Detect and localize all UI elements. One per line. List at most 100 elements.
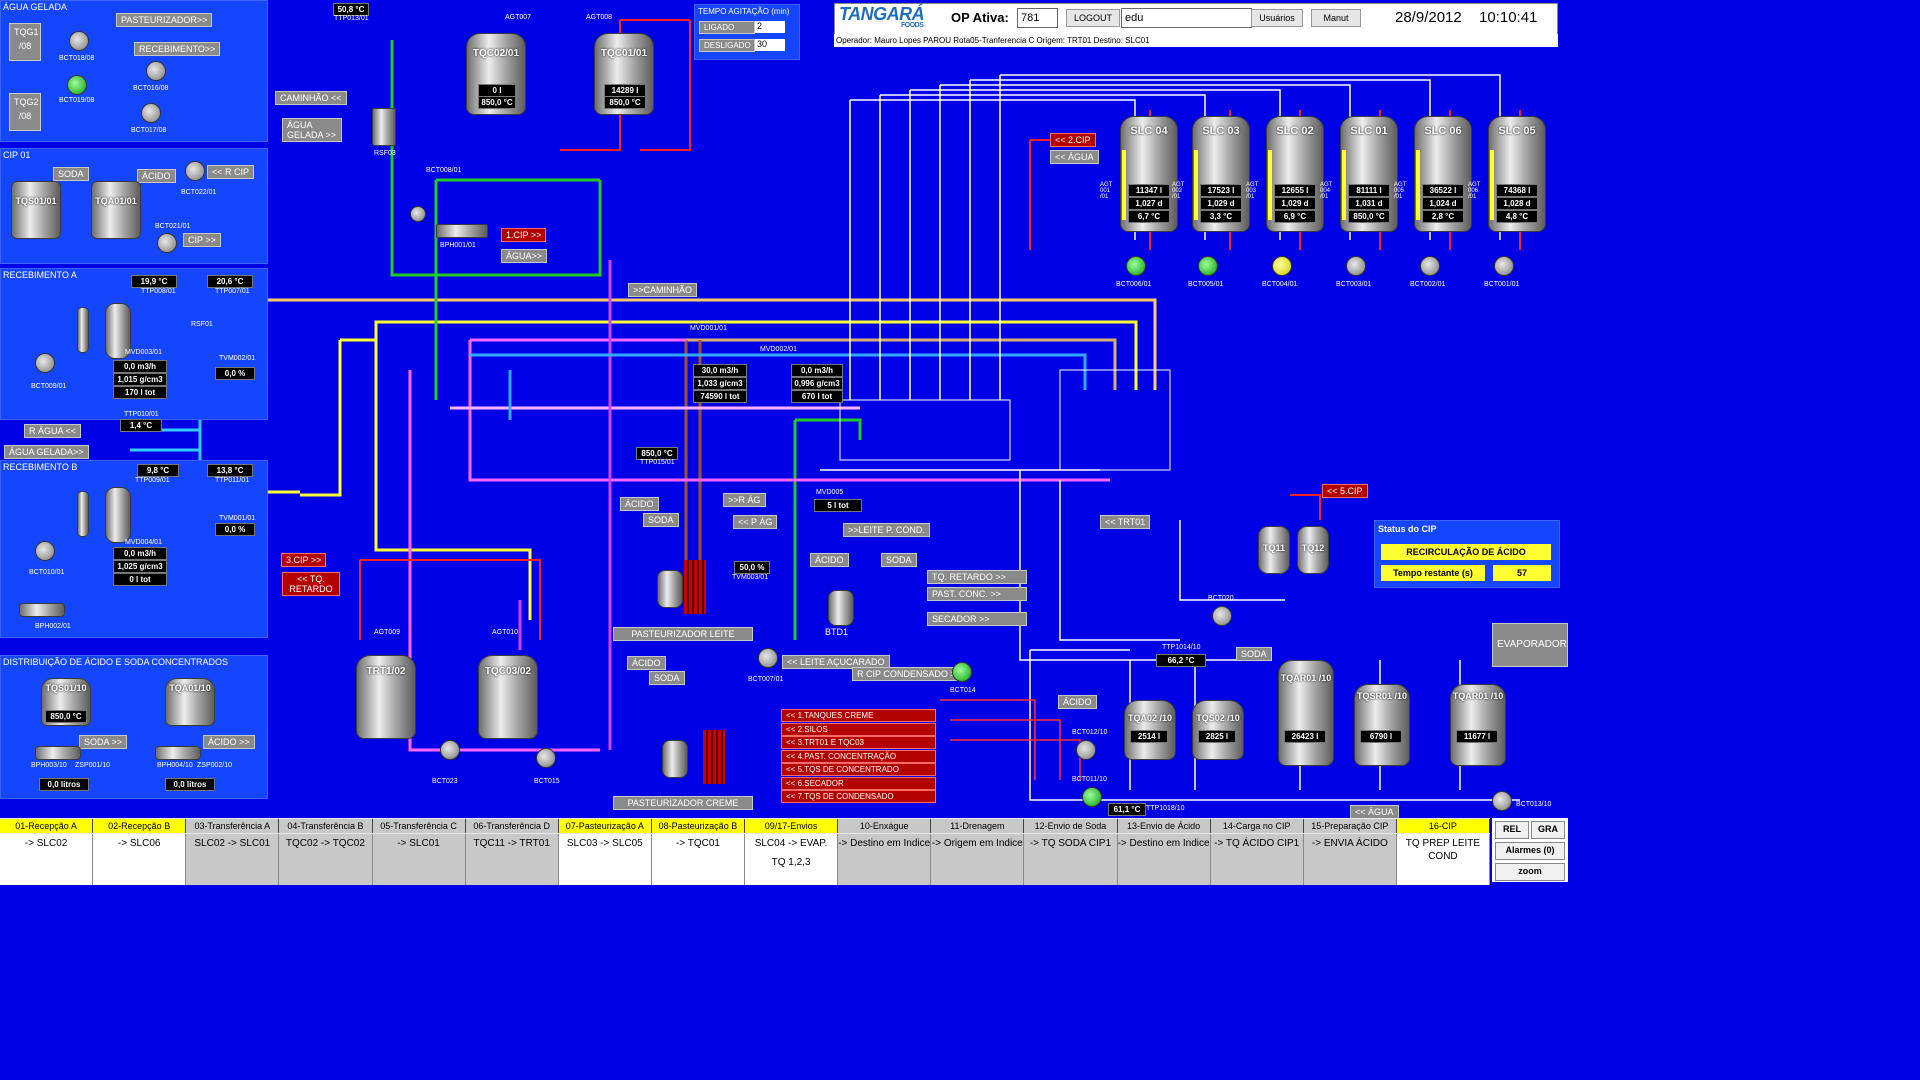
bct011-pump[interactable]: [1082, 787, 1102, 807]
r-agua-link[interactable]: R ÁGUA <<: [24, 424, 82, 438]
silo-pump[interactable]: [1420, 256, 1440, 276]
tqar01b-tank[interactable]: TQAR01 /10: [1450, 684, 1506, 766]
tqa01-tank[interactable]: TQA01/01: [91, 181, 141, 239]
bct008-pump[interactable]: [410, 206, 426, 222]
route-tab[interactable]: 04-Transferência B: [279, 819, 373, 833]
route-tab[interactable]: 03-Transferência A: [186, 819, 280, 833]
op-input[interactable]: 781: [1017, 8, 1058, 28]
r-cip-condensado-link[interactable]: R CIP CONDENSADO >>: [852, 667, 966, 681]
tqsr01-tank[interactable]: TQSR01 /10: [1354, 684, 1410, 766]
tqs01-tank[interactable]: TQS01/01: [11, 181, 61, 239]
bct016-pump[interactable]: [146, 61, 166, 81]
agua-bottom-link[interactable]: << ÁGUA: [1350, 805, 1399, 819]
p-ag-link[interactable]: << P ÁG: [733, 515, 778, 529]
tqg2-tank[interactable]: TQG2 /08: [9, 93, 41, 131]
logout-button[interactable]: LOGOUT: [1066, 9, 1120, 27]
bph003-screw[interactable]: [35, 746, 81, 760]
route-tab[interactable]: 12-Envio de Soda: [1024, 819, 1118, 833]
pasteurizador-leite-label[interactable]: PASTEURIZADOR LEITE: [613, 627, 753, 641]
cip-destination-item[interactable]: << 5.TQS DE CONCENTRADO: [781, 763, 936, 776]
route-tab[interactable]: 08-Pasteurização B: [651, 819, 745, 833]
cip-destination-item[interactable]: << 6.SECADOR: [781, 776, 936, 790]
pasteurizador-link[interactable]: PASTEURIZADOR>>: [116, 13, 213, 27]
gra-button[interactable]: GRA: [1531, 821, 1565, 839]
pasteurizador-creme-label[interactable]: PASTEURIZADOR CREME: [613, 796, 753, 810]
silo-pump[interactable]: [1198, 256, 1218, 276]
r-cip-link[interactable]: << R CIP: [207, 165, 255, 179]
rel-button[interactable]: REL: [1495, 821, 1529, 839]
route-tab[interactable]: 13-Envio de Ácido: [1117, 819, 1211, 833]
bct022-pump[interactable]: [185, 161, 205, 181]
silo-pump[interactable]: [1494, 256, 1514, 276]
secador-link[interactable]: SECADOR >>: [927, 612, 1027, 626]
tqc03-tank[interactable]: TQC03/02: [478, 655, 538, 739]
user-input[interactable]: edu: [1121, 8, 1252, 28]
tqg1-tank[interactable]: TQG1 /08: [9, 23, 41, 61]
route-tab[interactable]: 01-Recepção A: [0, 819, 94, 833]
cip-destination-item[interactable]: << 4.PAST. CONCENTRAÇÃO: [781, 749, 936, 763]
cip1-link[interactable]: 1.CIP >>: [501, 228, 547, 242]
caminhao-out-link[interactable]: >>CAMINHÃO: [628, 283, 698, 297]
tq-retardo-out-link[interactable]: TQ. RETARDO >>: [927, 570, 1027, 584]
ligado-input[interactable]: 2: [755, 21, 785, 33]
route-tab[interactable]: 07-Pasteurização A: [558, 819, 652, 833]
bph004-screw[interactable]: [155, 746, 201, 760]
recebimento-link[interactable]: RECEBIMENTO>>: [134, 42, 221, 56]
silo-pump[interactable]: [1272, 256, 1292, 276]
bct019-pump[interactable]: [67, 75, 87, 95]
cip5-link[interactable]: << 5.CIP: [1322, 484, 1368, 498]
bct020-pump[interactable]: [1212, 606, 1232, 626]
route-tab[interactable]: 06-Transferência D: [465, 819, 559, 833]
caminhao-in-link[interactable]: CAMINHÃO <<: [275, 91, 347, 105]
bct014-pump[interactable]: [952, 662, 972, 682]
users-button[interactable]: Usuários: [1251, 9, 1303, 27]
route-tab[interactable]: 15-Preparação CIP: [1303, 819, 1397, 833]
route-tab[interactable]: 10-Enxágue: [838, 819, 932, 833]
bct013-pump[interactable]: [1492, 791, 1512, 811]
desligado-input[interactable]: 30: [755, 39, 785, 51]
cip-destination-item[interactable]: << 3.TRT01 E TQC03: [781, 736, 936, 749]
cip-out-link[interactable]: CIP >>: [183, 233, 221, 247]
btd1-tank[interactable]: [828, 590, 854, 626]
agua-gelada-link[interactable]: ÁGUA GELADA>>: [4, 445, 89, 459]
agua-in-right-link[interactable]: << ÁGUA: [1050, 150, 1099, 164]
route-tab[interactable]: 02-Recepção B: [93, 819, 187, 833]
tq-retardo-in-link[interactable]: << TQ. RETARDO: [282, 572, 340, 596]
route-tab[interactable]: 14-Carga no CIP: [1210, 819, 1304, 833]
cip3-link[interactable]: 3.CIP >>: [281, 553, 327, 567]
tq11-tank[interactable]: TQ11: [1258, 526, 1290, 574]
route-tab[interactable]: 16-CIP: [1396, 819, 1490, 833]
bph001-heater[interactable]: [436, 224, 488, 238]
trt01-tank[interactable]: TRT1/02: [356, 655, 416, 739]
past-conc-link[interactable]: PAST. CONC. >>: [927, 587, 1027, 601]
tq12-tank[interactable]: TQ12: [1297, 526, 1329, 574]
bct018-pump[interactable]: [69, 31, 89, 51]
silo-pump[interactable]: [1126, 256, 1146, 276]
bct015-pump[interactable]: [536, 748, 556, 768]
agua-out-link[interactable]: ÁGUA>>: [501, 249, 548, 263]
bct021-pump[interactable]: [157, 233, 177, 253]
alarmes-button[interactable]: Alarmes (0): [1495, 842, 1565, 860]
cip-destination-item[interactable]: << 1.TANQUES CREME: [781, 709, 936, 722]
bph002-screw[interactable]: [19, 603, 65, 617]
agua-gelada-in-link[interactable]: ÁGUA GELADA >>: [282, 118, 342, 142]
tqa01-10-tank[interactable]: TQA01/10: [165, 678, 215, 726]
cip-destination-item[interactable]: << 7.TQS DE CONDENSADO: [781, 790, 936, 803]
cip-destination-item[interactable]: << 2.SILOS: [781, 722, 936, 736]
bct012-pump[interactable]: [1076, 740, 1096, 760]
bct009-pump[interactable]: [35, 353, 55, 373]
silo-pump[interactable]: [1346, 256, 1366, 276]
bct017-pump[interactable]: [141, 103, 161, 123]
manut-button[interactable]: Manut: [1311, 9, 1361, 27]
zoom-button[interactable]: zoom: [1495, 863, 1565, 881]
soda-out-link[interactable]: SODA >>: [79, 735, 128, 749]
r-ag-link[interactable]: >>R ÁG: [723, 493, 766, 507]
bct007-pump[interactable]: [758, 648, 778, 668]
route-tab[interactable]: 09/17-Envios: [745, 819, 839, 833]
bct023-pump[interactable]: [440, 740, 460, 760]
cip2-link[interactable]: << 2.CIP: [1050, 133, 1096, 147]
leite-p-cond-link[interactable]: >>LEITE P. COND.: [843, 523, 930, 537]
acido-out-link[interactable]: ÁCIDO >>: [203, 735, 255, 749]
evaporador-label[interactable]: EVAPORADOR: [1492, 623, 1568, 667]
tqar01-tank[interactable]: TQAR01 /10: [1278, 660, 1334, 766]
